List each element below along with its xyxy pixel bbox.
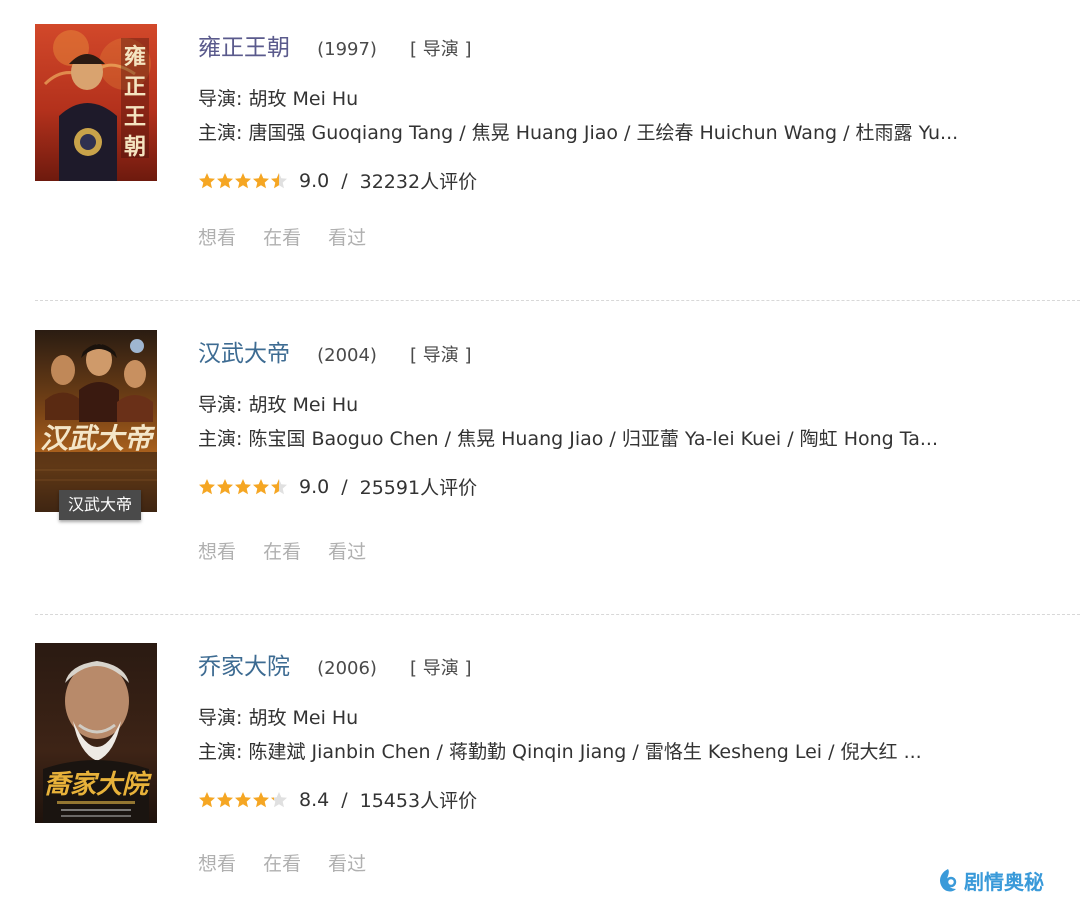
star-icon bbox=[253, 172, 269, 188]
movie-entry-1: 雍 正 王 朝 雍正王朝 (1997) [ 导演 ] 导演: 胡玫 Mei Hu… bbox=[0, 22, 1080, 262]
rating-line: 9.0 / 25591人评价 bbox=[198, 473, 477, 500]
director-line: 导演: 胡玫 Mei Hu bbox=[198, 394, 359, 416]
credit-role: [ 导演 ] bbox=[410, 345, 472, 366]
watched-link[interactable]: 看过 bbox=[328, 541, 366, 563]
rating-score: 9.0 bbox=[299, 475, 330, 498]
credit-role: [ 导演 ] bbox=[410, 39, 472, 60]
poster-caption: 汉武大帝 bbox=[59, 490, 142, 520]
star-icon bbox=[271, 791, 287, 807]
action-links: 想看 在看 看过 bbox=[198, 537, 387, 564]
movie-entry-2: 汉武大帝 汉武大帝 汉武大帝 (2004) [ 导演 ] 导演: 胡玫 Mei … bbox=[0, 328, 1080, 578]
rating-score: 8.4 bbox=[299, 788, 330, 811]
star-icon bbox=[199, 172, 215, 188]
rating-score: 9.0 bbox=[299, 169, 330, 192]
movie-poster-3[interactable]: 喬家大院 bbox=[35, 643, 157, 823]
movie-entry-3: 喬家大院 乔家大院 (2006) [ 导演 ] 导演: 胡玫 Mei Hu 主演… bbox=[0, 641, 1080, 881]
director-line: 导演: 胡玫 Mei Hu bbox=[198, 707, 359, 729]
cast-line: 主演: 唐国强 Guoqiang Tang / 焦晃 Huang Jiao / … bbox=[198, 122, 959, 144]
movie-title-link[interactable]: 乔家大院 bbox=[198, 654, 290, 680]
watching-link[interactable]: 在看 bbox=[263, 853, 301, 875]
star-icon bbox=[217, 478, 233, 494]
star-icon bbox=[235, 172, 251, 188]
movie-year: (1997) bbox=[317, 39, 377, 60]
svg-text:正: 正 bbox=[124, 74, 146, 100]
rating-separator: / bbox=[341, 788, 348, 811]
entry-divider bbox=[35, 614, 1080, 615]
director-line: 导演: 胡玫 Mei Hu bbox=[198, 88, 359, 110]
movie-info-1: 雍正王朝 (1997) [ 导演 ] 导演: 胡玫 Mei Hu 主演: 唐国强… bbox=[198, 28, 1060, 258]
rating-separator: / bbox=[341, 169, 348, 192]
star-icon bbox=[217, 172, 233, 188]
movie-poster-1[interactable]: 雍 正 王 朝 bbox=[35, 24, 157, 181]
rating-line: 8.4 / 15453人评价 bbox=[198, 786, 477, 813]
movie-year: (2006) bbox=[317, 658, 377, 679]
rating-stars bbox=[198, 791, 288, 809]
poster-image-3: 喬家大院 bbox=[35, 643, 157, 823]
want-to-watch-link[interactable]: 想看 bbox=[198, 853, 236, 875]
movie-poster-2[interactable]: 汉武大帝 汉武大帝 bbox=[35, 330, 157, 520]
title-line: 乔家大院 (2006) [ 导演 ] bbox=[198, 647, 472, 681]
poster-image-1: 雍 正 王 朝 bbox=[35, 24, 157, 181]
vote-count[interactable]: 25591人评价 bbox=[360, 473, 477, 500]
cast-line: 主演: 陈建斌 Jianbin Chen / 蒋勤勤 Qinqin Jiang … bbox=[198, 741, 922, 763]
star-icon bbox=[199, 478, 215, 494]
vote-count[interactable]: 32232人评价 bbox=[360, 167, 477, 194]
watched-link[interactable]: 看过 bbox=[328, 227, 366, 249]
watched-link[interactable]: 看过 bbox=[328, 853, 366, 875]
star-icon bbox=[235, 791, 251, 807]
svg-text:王: 王 bbox=[124, 104, 146, 130]
rating-line: 9.0 / 32232人评价 bbox=[198, 167, 477, 194]
rating-stars bbox=[198, 172, 288, 190]
svg-text:汉武大帝: 汉武大帝 bbox=[40, 422, 156, 455]
movie-info-2: 汉武大帝 (2004) [ 导演 ] 导演: 胡玫 Mei Hu 主演: 陈宝国… bbox=[198, 334, 1060, 574]
rating-separator: / bbox=[341, 475, 348, 498]
star-icon bbox=[271, 172, 287, 188]
star-icon bbox=[253, 791, 269, 807]
movie-title-link[interactable]: 汉武大帝 bbox=[198, 341, 290, 367]
entry-divider bbox=[35, 300, 1080, 301]
star-icon bbox=[271, 478, 287, 494]
star-icon bbox=[253, 478, 269, 494]
logo-icon bbox=[940, 868, 957, 891]
watching-link[interactable]: 在看 bbox=[263, 541, 301, 563]
credit-role: [ 导演 ] bbox=[410, 658, 472, 679]
svg-text:朝: 朝 bbox=[124, 134, 146, 160]
vote-count[interactable]: 15453人评价 bbox=[360, 786, 477, 813]
action-links: 想看 在看 看过 bbox=[198, 223, 387, 250]
svg-text:喬家大院: 喬家大院 bbox=[44, 770, 152, 800]
movie-title-link[interactable]: 雍正王朝 bbox=[198, 35, 290, 61]
title-line: 汉武大帝 (2004) [ 导演 ] bbox=[198, 334, 472, 368]
poster-image-2: 汉武大帝 bbox=[35, 330, 157, 512]
svg-text:雍: 雍 bbox=[124, 44, 146, 70]
star-icon bbox=[235, 478, 251, 494]
page: 雍 正 王 朝 雍正王朝 (1997) [ 导演 ] 导演: 胡玫 Mei Hu… bbox=[0, 0, 1080, 911]
action-links: 想看 在看 看过 bbox=[198, 849, 387, 876]
cast-line: 主演: 陈宝国 Baoguo Chen / 焦晃 Huang Jiao / 归亚… bbox=[198, 428, 938, 450]
star-icon bbox=[217, 791, 233, 807]
movie-year: (2004) bbox=[317, 345, 377, 366]
movie-info-3: 乔家大院 (2006) [ 导演 ] 导演: 胡玫 Mei Hu 主演: 陈建斌… bbox=[198, 647, 1060, 877]
star-icon bbox=[199, 791, 215, 807]
want-to-watch-link[interactable]: 想看 bbox=[198, 227, 236, 249]
watermark: 剧情奥秘 bbox=[936, 866, 1044, 895]
want-to-watch-link[interactable]: 想看 bbox=[198, 541, 236, 563]
title-line: 雍正王朝 (1997) [ 导演 ] bbox=[198, 28, 472, 62]
rating-stars bbox=[198, 478, 288, 496]
watermark-text: 剧情奥秘 bbox=[964, 870, 1044, 894]
watching-link[interactable]: 在看 bbox=[263, 227, 301, 249]
